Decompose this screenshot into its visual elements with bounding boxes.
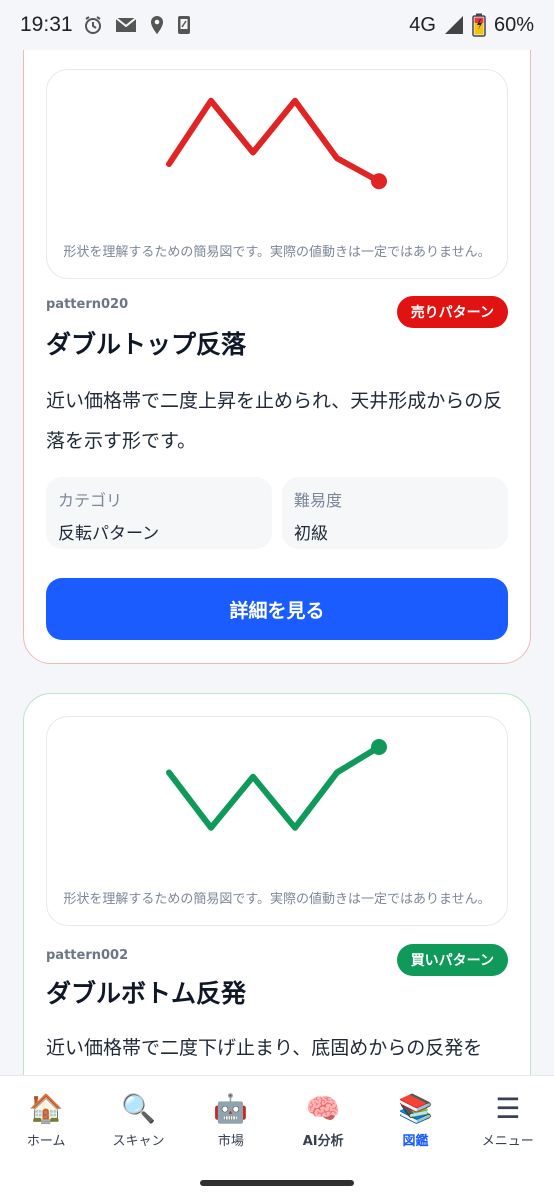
pattern-description: 近い価格帯で二度上昇を止められ、天井形成からの反落を示す形です。 [46, 390, 503, 452]
menu-icon: ☰ [495, 1092, 521, 1125]
shape-line [166, 97, 382, 185]
difficulty-label: 難易度 [294, 491, 343, 510]
phone-icon [177, 16, 190, 34]
pattern-shape-chart: 形状を理解するための簡易図です。実際の値動きは一定ではありません。 [46, 716, 508, 926]
pattern-id: pattern002 [46, 948, 129, 963]
home-icon: 🏠 [28, 1092, 64, 1125]
nav-label: メニュー [481, 1134, 534, 1149]
nav-menu[interactable]: ☰ メニュー [462, 1076, 554, 1165]
category-value: 反転パターン [58, 524, 160, 544]
sell-badge: 売りパターン [396, 296, 508, 328]
bottom-navigation: 🏠 ホーム 🔍 スキャン 🤖 市場 🧠 AI分析 📚 図鑑 ☰ メニュー [0, 1075, 554, 1165]
battery-charging-icon [472, 13, 486, 37]
buy-badge: 買いパターン [396, 944, 508, 976]
category-label: カテゴリ [58, 491, 123, 510]
nav-label: スキャン [112, 1134, 165, 1149]
nav-encyclopedia[interactable]: 📚 図鑑 [369, 1076, 461, 1165]
alarm-icon [84, 16, 101, 34]
network-type: 4G [409, 13, 436, 36]
pattern-id: pattern020 [46, 297, 129, 312]
difficulty-box: 難易度 初級 [282, 477, 508, 549]
books-icon: 📚 [398, 1092, 433, 1125]
brain-icon: 🧠 [305, 1092, 341, 1125]
nav-market[interactable]: 🤖 市場 [185, 1076, 277, 1165]
pattern-card[interactable]: 形状を理解するための簡易図です。実際の値動きは一定ではありません。 patter… [23, 16, 531, 664]
nav-ai-analysis[interactable]: 🧠 AI分析 [277, 1076, 369, 1165]
pattern-description: 近い価格帯で二度下げ止まり、底固めからの反発を [46, 1037, 483, 1059]
nav-label: ホーム [26, 1134, 66, 1149]
location-icon [150, 16, 163, 34]
search-icon: 🔍 [121, 1092, 156, 1125]
status-time: 19:31 [20, 13, 73, 36]
pattern-card[interactable]: 形状を理解するための簡易図です。実際の値動きは一定ではありません。 patter… [23, 693, 531, 1075]
pattern-title: ダブルボトム反発 [46, 979, 247, 1008]
difficulty-value: 初級 [294, 524, 328, 544]
robot-icon: 🤖 [213, 1092, 249, 1125]
shape-end-point [371, 739, 387, 755]
view-detail-button[interactable]: 詳細を見る [46, 578, 508, 640]
chart-note: 形状を理解するための簡易図です。実際の値動きは一定ではありません。 [63, 245, 491, 260]
nav-home[interactable]: 🏠 ホーム [0, 1076, 92, 1165]
shape-end-point [371, 173, 387, 190]
battery-percent: 60% [493, 13, 534, 36]
nav-label: AI分析 [302, 1134, 344, 1149]
pattern-title: ダブルトップ反落 [46, 330, 247, 359]
chart-note: 形状を理解するための簡易図です。実際の値動きは一定ではありません。 [63, 892, 491, 907]
nav-label: 図鑑 [402, 1134, 429, 1149]
nav-scan[interactable]: 🔍 スキャン [92, 1076, 184, 1165]
nav-label: 市場 [217, 1134, 244, 1149]
signal-icon [444, 16, 463, 34]
status-bar: 19:31 4G 60% [0, 0, 554, 50]
home-gesture-bar[interactable] [200, 1180, 354, 1186]
shape-line [166, 744, 382, 831]
category-box: カテゴリ 反転パターン [46, 477, 272, 549]
pattern-shape-chart: 形状を理解するための簡易図です。実際の値動きは一定ではありません。 [46, 69, 508, 279]
pattern-list[interactable]: 形状を理解するための簡易図です。実際の値動きは一定ではありません。 patter… [0, 0, 554, 1075]
mail-icon [114, 17, 137, 32]
